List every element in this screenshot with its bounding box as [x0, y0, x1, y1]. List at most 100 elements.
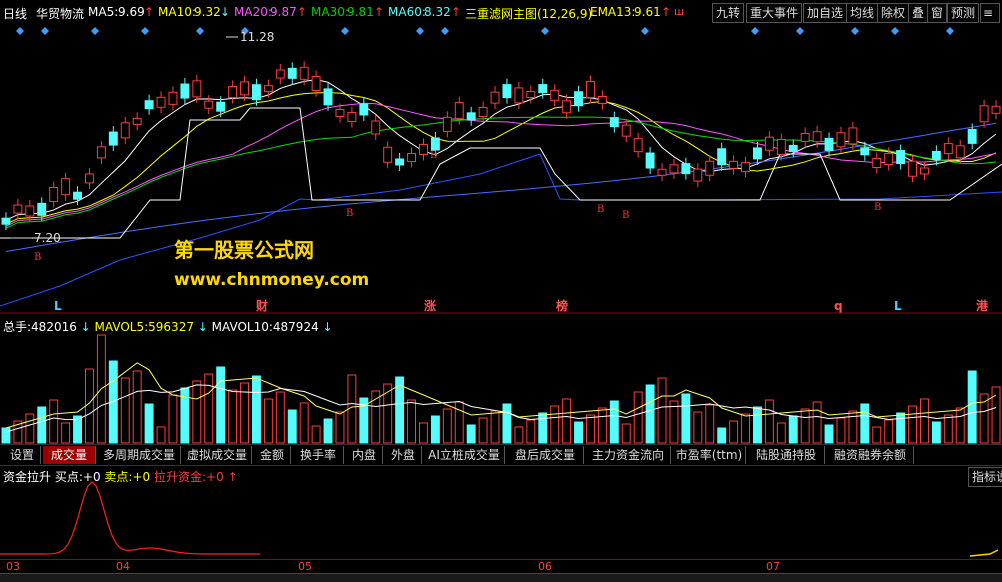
candle-body[interactable] [633, 138, 643, 153]
event-diamond-icon[interactable] [196, 27, 204, 35]
candle-body[interactable] [741, 162, 750, 173]
volume-bar[interactable] [323, 418, 333, 444]
event-diamond-icon[interactable] [416, 27, 424, 35]
candle-body[interactable] [884, 153, 894, 166]
candle-body[interactable] [824, 137, 834, 151]
candle-body[interactable] [836, 132, 846, 148]
candle-body[interactable] [729, 160, 739, 169]
forecast-button[interactable]: 预测 [947, 3, 980, 23]
candle-body[interactable] [514, 87, 524, 104]
candle-body[interactable] [621, 124, 631, 137]
indicator-name[interactable]: 三重滤网主图(12,26,9) [465, 5, 592, 22]
candle-body[interactable] [896, 150, 906, 165]
tab-10[interactable]: 主力资金流向 [586, 446, 671, 464]
volume-bar[interactable] [383, 383, 393, 444]
volume-bar[interactable] [454, 401, 464, 444]
volume-bar[interactable] [979, 393, 989, 444]
candle-body[interactable] [335, 108, 345, 117]
candle-body[interactable] [323, 88, 333, 106]
volume-bar[interactable] [144, 403, 154, 444]
candle-body[interactable] [920, 167, 929, 175]
candle-body[interactable] [1, 217, 11, 225]
volume-bar[interactable] [788, 415, 798, 444]
menu-icon[interactable]: ≡ [980, 3, 1000, 23]
volume-bar[interactable] [156, 426, 166, 444]
candle-body[interactable] [13, 204, 23, 214]
volume-bar[interactable] [216, 366, 226, 444]
candle-body[interactable] [800, 132, 810, 142]
event-diamond-icon[interactable] [541, 27, 549, 35]
candle-body[interactable] [991, 105, 1001, 114]
candle-body[interactable] [502, 84, 512, 99]
volume-chart[interactable] [0, 316, 1002, 444]
candle-body[interactable] [204, 100, 214, 109]
candle-body[interactable] [61, 178, 71, 196]
tab-5[interactable]: 换手率 [293, 446, 344, 464]
volume-bar[interactable] [705, 404, 715, 444]
event-diamond-icon[interactable] [141, 27, 149, 35]
candle-body[interactable] [657, 168, 667, 176]
candle-body[interactable] [753, 147, 762, 160]
candle-body[interactable] [25, 205, 35, 217]
volume-bar[interactable] [311, 425, 321, 444]
tab-2[interactable]: 多周期成交量 [98, 446, 181, 464]
volume-bar[interactable] [514, 426, 524, 444]
volume-bar[interactable] [1, 427, 11, 444]
candle-body[interactable] [395, 158, 405, 166]
window-button[interactable]: 窗 [927, 3, 948, 23]
volume-bar[interactable] [192, 380, 202, 444]
marker-q[interactable]: q [834, 299, 843, 313]
candle-body[interactable] [490, 91, 500, 104]
candle-body[interactable] [681, 163, 691, 175]
candle-body[interactable] [228, 86, 238, 99]
event-diamond-icon[interactable] [751, 27, 759, 35]
candle-body[interactable] [311, 76, 321, 92]
candle-body[interactable] [586, 81, 595, 99]
tab-9[interactable]: 盘后成交量 [507, 446, 584, 464]
volume-bar[interactable] [669, 400, 679, 444]
event-diamond-icon[interactable] [91, 27, 99, 35]
volume-bar[interactable] [407, 399, 417, 444]
candle-body[interactable] [788, 144, 798, 152]
volume-bar[interactable] [299, 402, 309, 444]
kline-chart[interactable]: B B B B B B 11.28 7.20 L 财 涨 榜 q L 港 [0, 24, 1002, 316]
candle-body[interactable] [526, 91, 536, 99]
volume-bar[interactable] [586, 414, 595, 444]
volume-bar[interactable] [562, 398, 572, 444]
volume-bar[interactable] [37, 406, 47, 444]
volume-bar[interactable] [466, 424, 476, 444]
candle-body[interactable] [407, 153, 417, 163]
candle-body[interactable] [860, 147, 870, 156]
volume-bar[interactable] [920, 398, 929, 444]
volume-bar[interactable] [800, 408, 810, 444]
candle-body[interactable] [192, 80, 202, 98]
volume-bar[interactable] [860, 403, 870, 444]
volume-bar[interactable] [526, 419, 536, 444]
volume-bar[interactable] [657, 377, 667, 444]
volume-bar[interactable] [275, 391, 285, 444]
volume-bar[interactable] [61, 422, 71, 444]
candle-body[interactable] [96, 146, 106, 159]
event-diamond-icon[interactable] [641, 27, 649, 35]
event-diamond-icon[interactable] [16, 27, 24, 35]
candle-body[interactable] [776, 138, 786, 155]
candle-body[interactable] [609, 117, 619, 128]
volume-bar[interactable] [168, 394, 178, 444]
volume-bar[interactable] [693, 411, 703, 444]
candle-body[interactable] [168, 91, 178, 105]
volume-bar[interactable] [430, 415, 440, 444]
event-diamond-icon[interactable] [341, 27, 349, 35]
volume-bar[interactable] [645, 384, 655, 444]
event-diamond-icon[interactable] [441, 27, 449, 35]
candle-body[interactable] [37, 202, 47, 216]
volume-bar[interactable] [836, 417, 846, 444]
marker-l2[interactable]: L [894, 299, 902, 313]
volume-bar[interactable] [764, 399, 774, 444]
volume-bar[interactable] [442, 408, 452, 444]
tab-11[interactable]: 市盈率(ttm) [673, 446, 746, 464]
tab-8[interactable]: AI立桩成交量 [424, 446, 505, 464]
candle-body[interactable] [359, 103, 369, 116]
candle-body[interactable] [73, 191, 82, 200]
event-diamond-icon[interactable] [796, 27, 804, 35]
candle-body[interactable] [132, 117, 142, 125]
